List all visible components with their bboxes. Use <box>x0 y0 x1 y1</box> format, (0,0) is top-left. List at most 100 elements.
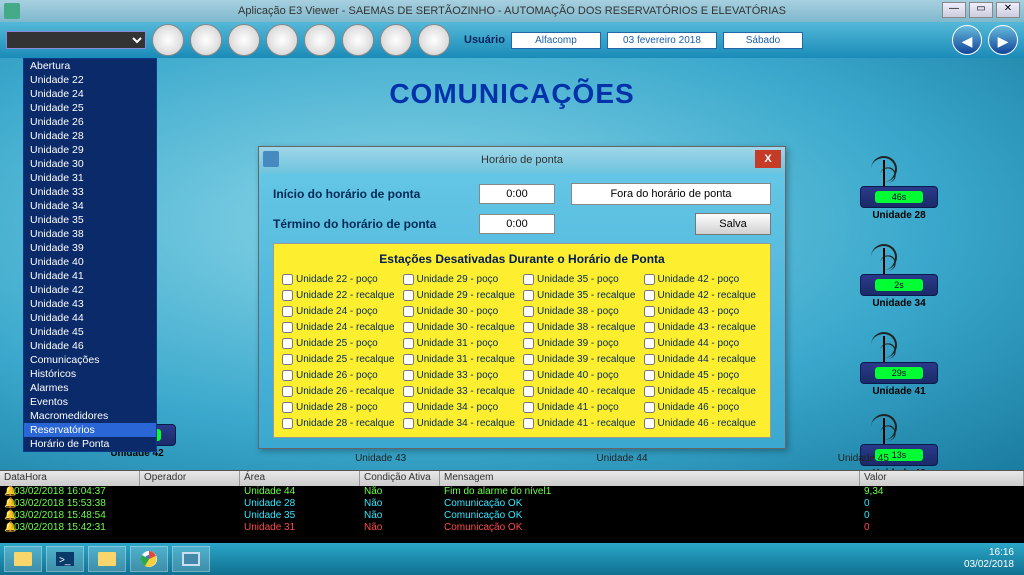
checkbox-input[interactable] <box>282 274 293 285</box>
station-checkbox[interactable]: Unidade 45 - recalque <box>644 386 763 397</box>
checkbox-input[interactable] <box>282 290 293 301</box>
nav-combo[interactable] <box>6 31 146 49</box>
station-checkbox[interactable]: Unidade 45 - poço <box>644 370 763 381</box>
checkbox-input[interactable] <box>523 274 534 285</box>
nav-prev-button[interactable]: ◀ <box>952 25 982 55</box>
checkbox-input[interactable] <box>403 338 414 349</box>
checkbox-input[interactable] <box>403 274 414 285</box>
checkbox-input[interactable] <box>523 354 534 365</box>
station-checkbox[interactable]: Unidade 43 - poço <box>644 306 763 317</box>
save-button[interactable]: Salva <box>695 213 771 235</box>
station-checkbox[interactable]: Unidade 35 - poço <box>523 274 642 285</box>
gauge-icon[interactable] <box>342 24 374 56</box>
menu-item[interactable]: Reservatórios <box>24 423 156 437</box>
menu-item[interactable]: Unidade 24 <box>24 87 156 101</box>
checkbox-input[interactable] <box>644 418 655 429</box>
station-checkbox[interactable]: Unidade 35 - recalque <box>523 290 642 301</box>
checkbox-input[interactable] <box>282 354 293 365</box>
station-checkbox[interactable]: Unidade 41 - recalque <box>523 418 642 429</box>
station-checkbox[interactable]: Unidade 46 - recalque <box>644 418 763 429</box>
checkbox-input[interactable] <box>523 306 534 317</box>
checkbox-input[interactable] <box>523 402 534 413</box>
station-checkbox[interactable]: Unidade 40 - recalque <box>523 386 642 397</box>
menu-item[interactable]: Unidade 40 <box>24 255 156 269</box>
device-u34[interactable]: 2sUnidade 34 <box>860 246 938 309</box>
station-checkbox[interactable]: Unidade 30 - recalque <box>403 322 522 333</box>
alarm-icon[interactable] <box>418 24 450 56</box>
station-checkbox[interactable]: Unidade 31 - recalque <box>403 354 522 365</box>
checkbox-input[interactable] <box>644 306 655 317</box>
station-checkbox[interactable]: Unidade 24 - recalque <box>282 322 401 333</box>
alarm-row[interactable]: 🔔03/02/2018 16:04:37Unidade 44NãoFim do … <box>0 486 1024 498</box>
station-checkbox[interactable]: Unidade 40 - poço <box>523 370 642 381</box>
menu-item[interactable]: Unidade 29 <box>24 143 156 157</box>
menu-item[interactable]: Unidade 41 <box>24 269 156 283</box>
station-checkbox[interactable]: Unidade 44 - recalque <box>644 354 763 365</box>
checkbox-input[interactable] <box>523 290 534 301</box>
menu-item[interactable]: Unidade 26 <box>24 115 156 129</box>
users-icon[interactable] <box>152 24 184 56</box>
checkbox-input[interactable] <box>644 338 655 349</box>
menu-item[interactable]: Históricos <box>24 367 156 381</box>
station-checkbox[interactable]: Unidade 31 - poço <box>403 338 522 349</box>
checkbox-input[interactable] <box>282 338 293 349</box>
checkbox-input[interactable] <box>523 322 534 333</box>
menu-item[interactable]: Horário de Ponta <box>24 437 156 451</box>
station-checkbox[interactable]: Unidade 28 - poço <box>282 402 401 413</box>
station-checkbox[interactable]: Unidade 25 - poço <box>282 338 401 349</box>
station-checkbox[interactable]: Unidade 26 - recalque <box>282 386 401 397</box>
checkbox-input[interactable] <box>282 418 293 429</box>
menu-item[interactable]: Eventos <box>24 395 156 409</box>
menu-item[interactable]: Unidade 43 <box>24 297 156 311</box>
checkbox-input[interactable] <box>644 370 655 381</box>
device-u41[interactable]: 29sUnidade 41 <box>860 334 938 397</box>
station-checkbox[interactable]: Unidade 30 - poço <box>403 306 522 317</box>
checkbox-input[interactable] <box>282 370 293 381</box>
station-checkbox[interactable]: Unidade 25 - recalque <box>282 354 401 365</box>
menu-item[interactable]: Unidade 30 <box>24 157 156 171</box>
menu-item[interactable]: Abertura <box>24 59 156 73</box>
comm-icon[interactable] <box>304 24 336 56</box>
checkbox-input[interactable] <box>403 370 414 381</box>
checkbox-input[interactable] <box>644 290 655 301</box>
task-e3-icon[interactable] <box>172 546 210 572</box>
checkbox-input[interactable] <box>403 290 414 301</box>
menu-item[interactable]: Unidade 38 <box>24 227 156 241</box>
start-time-input[interactable] <box>479 184 555 204</box>
nav-menu[interactable]: AberturaUnidade 22Unidade 24Unidade 25Un… <box>23 58 157 452</box>
menu-item[interactable]: Unidade 45 <box>24 325 156 339</box>
task-powershell-icon[interactable]: >_ <box>46 546 84 572</box>
clock-icon[interactable] <box>266 24 298 56</box>
task-chrome-icon[interactable] <box>130 546 168 572</box>
station-checkbox[interactable]: Unidade 39 - recalque <box>523 354 642 365</box>
station-checkbox[interactable]: Unidade 22 - recalque <box>282 290 401 301</box>
station-checkbox[interactable]: Unidade 44 - poço <box>644 338 763 349</box>
monitor-icon[interactable] <box>190 24 222 56</box>
checkbox-input[interactable] <box>403 306 414 317</box>
station-checkbox[interactable]: Unidade 33 - recalque <box>403 386 522 397</box>
station-checkbox[interactable]: Unidade 24 - poço <box>282 306 401 317</box>
checkbox-input[interactable] <box>523 338 534 349</box>
station-checkbox[interactable]: Unidade 28 - recalque <box>282 418 401 429</box>
checkbox-input[interactable] <box>523 418 534 429</box>
checkbox-input[interactable] <box>282 402 293 413</box>
alarm-row[interactable]: 🔔03/02/2018 15:42:31Unidade 31NãoComunic… <box>0 522 1024 534</box>
menu-item[interactable]: Unidade 42 <box>24 283 156 297</box>
checkbox-input[interactable] <box>523 386 534 397</box>
station-checkbox[interactable]: Unidade 39 - poço <box>523 338 642 349</box>
checkbox-input[interactable] <box>644 386 655 397</box>
menu-item[interactable]: Unidade 33 <box>24 185 156 199</box>
station-checkbox[interactable]: Unidade 41 - poço <box>523 402 642 413</box>
task-explorer-icon[interactable] <box>4 546 42 572</box>
checkbox-input[interactable] <box>282 322 293 333</box>
checkbox-input[interactable] <box>403 418 414 429</box>
device-u28[interactable]: 46sUnidade 28 <box>860 158 938 221</box>
menu-item[interactable]: Unidade 28 <box>24 129 156 143</box>
menu-item[interactable]: Unidade 22 <box>24 73 156 87</box>
dialog-close-button[interactable]: X <box>755 150 781 168</box>
station-checkbox[interactable]: Unidade 22 - poço <box>282 274 401 285</box>
station-checkbox[interactable]: Unidade 33 - poço <box>403 370 522 381</box>
menu-item[interactable]: Unidade 31 <box>24 171 156 185</box>
station-checkbox[interactable]: Unidade 29 - recalque <box>403 290 522 301</box>
warning-icon[interactable] <box>228 24 260 56</box>
